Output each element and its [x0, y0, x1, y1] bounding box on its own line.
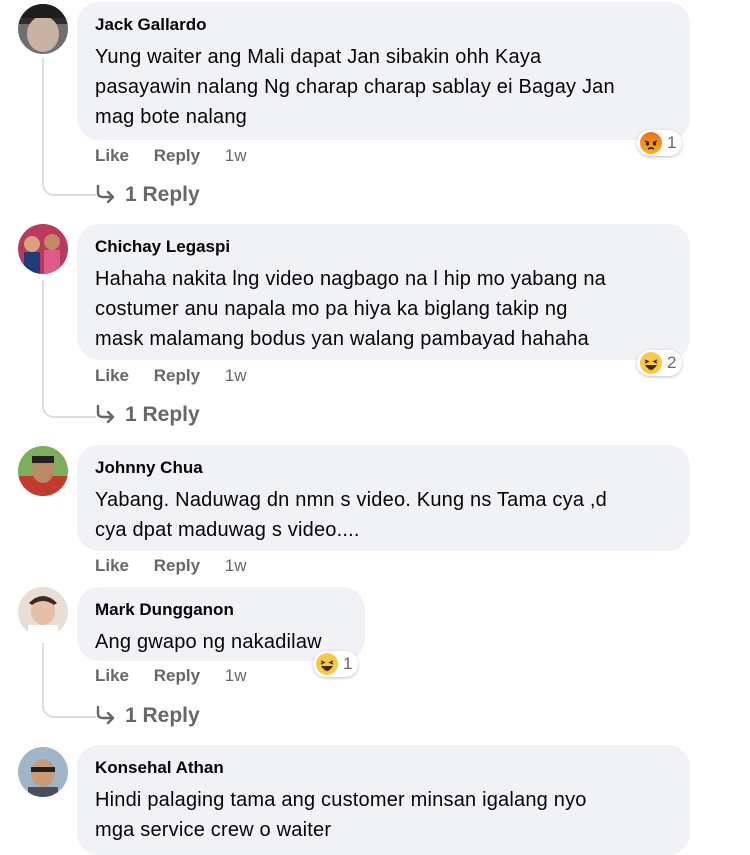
haha-emoji-icon — [316, 653, 338, 675]
angry-emoji-icon — [640, 132, 662, 154]
like-button[interactable]: Like — [95, 556, 129, 575]
comment-bubble: Mark Dungganon Ang gwapo ng nakadilaw — [77, 587, 365, 661]
comment-author[interactable]: Mark Dungganon — [95, 599, 347, 621]
replies-count-label: 1 Reply — [125, 403, 200, 426]
comment-author[interactable]: Johnny Chua — [95, 457, 672, 479]
comment-text: Hindi palaging tama ang customer minsan … — [95, 789, 587, 811]
reply-button[interactable]: Reply — [154, 556, 200, 575]
comment: Johnny Chua Yabang. Naduwag dn nmn s vid… — [0, 443, 750, 583]
reply-button[interactable]: Reply — [154, 146, 200, 165]
comment-author[interactable]: Konsehal Athan — [95, 757, 672, 779]
like-button[interactable]: Like — [95, 666, 129, 685]
avatar[interactable] — [18, 224, 68, 274]
view-replies-button[interactable]: 1 Reply — [95, 401, 200, 429]
reaction-count: 1 — [667, 133, 677, 152]
comment-actions: Like Reply 1w — [95, 555, 247, 577]
comment-text: mag bote nalang — [95, 106, 248, 128]
reaction-count: 1 — [343, 654, 353, 673]
timestamp[interactable]: 1w — [225, 556, 247, 575]
reply-arrow-icon — [96, 184, 115, 204]
comment-bubble: Konsehal Athan Hindi palaging tama ang c… — [77, 745, 690, 855]
comment-actions: Like Reply 1w — [95, 365, 247, 387]
comment-text: mask malamang bodus yan walang pambayad … — [95, 328, 589, 350]
view-replies-button[interactable]: 1 Reply — [95, 702, 200, 730]
comment-bubble: Chichay Legaspi Hahaha nakita lng video … — [77, 224, 690, 360]
comment-actions: Like Reply 1w — [95, 145, 247, 167]
reply-button[interactable]: Reply — [154, 366, 200, 385]
comment-text: pasayawin nalang Ng charap charap sablay… — [95, 76, 615, 98]
reply-button[interactable]: Reply — [154, 666, 200, 685]
comment: Chichay Legaspi Hahaha nakita lng video … — [0, 222, 750, 437]
reaction-badge[interactable]: 2 — [637, 350, 683, 376]
comment-text: cya dpat maduwag s video.... — [95, 519, 360, 541]
avatar[interactable] — [18, 587, 68, 637]
comment-actions: Like Reply 1w — [95, 665, 247, 687]
replies-count-label: 1 Reply — [125, 704, 200, 727]
timestamp[interactable]: 1w — [225, 666, 247, 685]
comment-text: Yabang. Naduwag dn nmn s video. Kung ns … — [95, 489, 607, 511]
haha-emoji-icon — [640, 352, 662, 374]
reaction-badge[interactable]: 1 — [637, 130, 683, 156]
comment-text: Ang gwapo ng nakadilaw — [95, 631, 322, 653]
comment-bubble: Jack Gallardo Yung waiter ang Mali dapat… — [77, 2, 690, 140]
comment-author[interactable]: Chichay Legaspi — [95, 236, 672, 258]
reply-arrow-icon — [96, 705, 115, 725]
comment-text: costumer anu napala mo pa hiya ka biglan… — [95, 298, 568, 320]
comment: Jack Gallardo Yung waiter ang Mali dapat… — [0, 0, 750, 215]
reply-arrow-icon — [96, 404, 115, 424]
reaction-badge[interactable]: 1 — [313, 651, 359, 677]
comment-bubble: Johnny Chua Yabang. Naduwag dn nmn s vid… — [77, 445, 690, 551]
timestamp[interactable]: 1w — [225, 146, 247, 165]
timestamp[interactable]: 1w — [225, 366, 247, 385]
avatar[interactable] — [18, 747, 68, 797]
avatar[interactable] — [18, 446, 68, 496]
comment-text: Yung waiter ang Mali dapat Jan sibakin o… — [95, 46, 542, 68]
comment: Mark Dungganon Ang gwapo ng nakadilaw 1 … — [0, 585, 750, 735]
like-button[interactable]: Like — [95, 366, 129, 385]
view-replies-button[interactable]: 1 Reply — [95, 181, 200, 209]
avatar[interactable] — [18, 4, 68, 54]
replies-count-label: 1 Reply — [125, 183, 200, 206]
comment-text: Hahaha nakita lng video nagbago na l hip… — [95, 268, 606, 290]
comment: Konsehal Athan Hindi palaging tama ang c… — [0, 743, 750, 855]
comment-author[interactable]: Jack Gallardo — [95, 14, 672, 36]
like-button[interactable]: Like — [95, 146, 129, 165]
comment-text: mga service crew o waiter — [95, 819, 332, 841]
reaction-count: 2 — [667, 353, 677, 372]
